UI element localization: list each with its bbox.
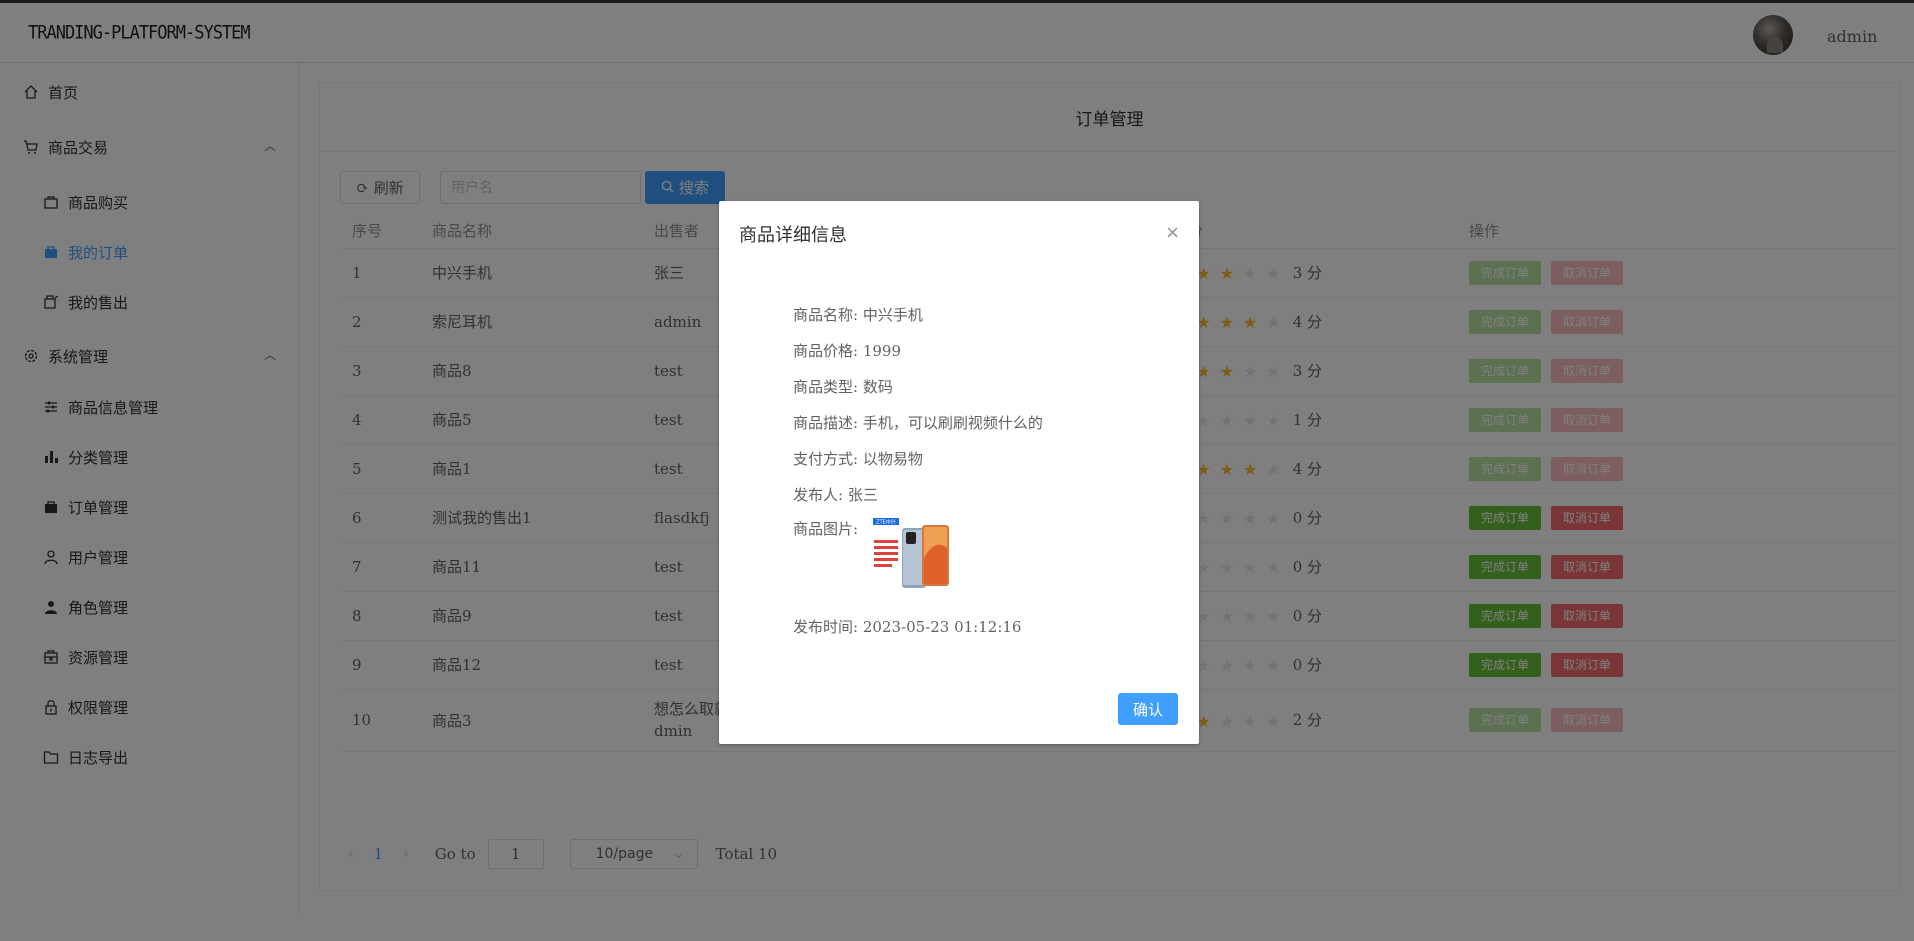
detail-row-price: 商品价格: 1999: [793, 340, 901, 361]
detail-label: 发布人:: [793, 486, 844, 504]
detail-label: 商品图片:: [793, 520, 859, 538]
detail-label: 商品描述:: [793, 414, 859, 432]
detail-value: 以物易物: [862, 450, 923, 468]
detail-value: 1999: [862, 342, 902, 360]
detail-value: 2023-05-23 01:12:16: [862, 618, 1022, 636]
detail-row-time: 发布时间: 2023-05-23 01:12:16: [793, 616, 1021, 637]
detail-label: 支付方式:: [793, 450, 859, 468]
product-detail-dialog: 商品详细信息 × 商品名称: 中兴手机 商品价格: 1999 商品类型: 数码 …: [719, 201, 1199, 744]
detail-label: 发布时间:: [793, 618, 859, 636]
detail-label: 商品价格:: [793, 342, 859, 360]
image-badge: ZTE中兴: [876, 519, 896, 526]
detail-label: 商品名称:: [793, 306, 859, 324]
detail-value: 中兴手机: [862, 306, 923, 324]
detail-row-name: 商品名称: 中兴手机: [793, 304, 923, 325]
confirm-button[interactable]: 确认: [1118, 693, 1178, 725]
dialog-title: 商品详细信息: [739, 225, 847, 246]
close-icon[interactable]: ×: [1165, 222, 1180, 243]
detail-value: 数码: [862, 378, 893, 396]
product-image[interactable]: ZTE中兴: [872, 518, 954, 591]
detail-label: 商品类型:: [793, 378, 859, 396]
detail-row-image: 商品图片:: [793, 518, 858, 539]
detail-value: 手机，可以刷刷视频什么的: [862, 414, 1043, 432]
detail-row-payment: 支付方式: 以物易物: [793, 448, 923, 469]
detail-row-type: 商品类型: 数码: [793, 376, 893, 397]
detail-row-publisher: 发布人: 张三: [793, 484, 878, 505]
detail-row-description: 商品描述: 手机，可以刷刷视频什么的: [793, 412, 1043, 433]
detail-value: 张三: [847, 486, 878, 504]
